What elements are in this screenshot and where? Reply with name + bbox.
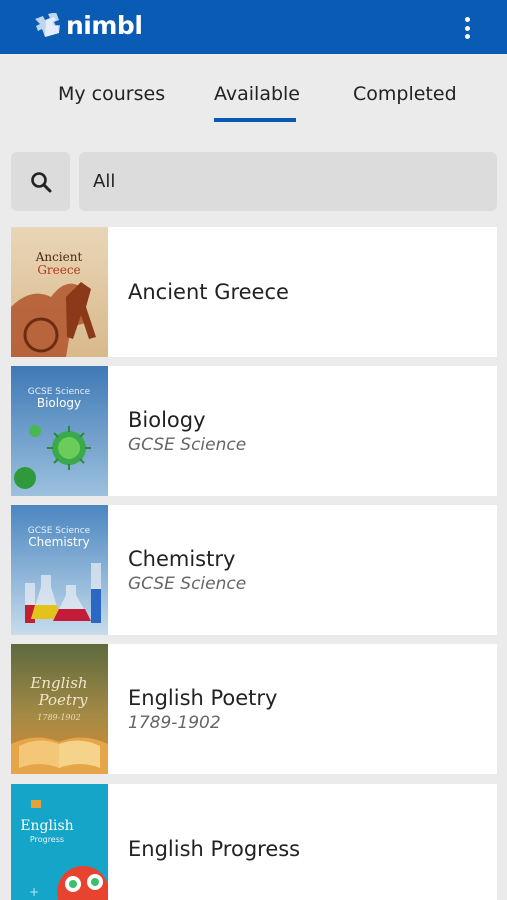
more-vertical-icon [464, 17, 470, 22]
course-cover-english-poetry: English Poetry 1789-1902 [11, 644, 108, 774]
svg-text:Ancient: Ancient [35, 250, 83, 264]
course-title: Ancient Greece [128, 280, 289, 304]
course-card-english-poetry[interactable]: English Poetry 1789-1902 English Poetry … [11, 644, 497, 774]
tab-completed[interactable]: Completed [353, 82, 457, 110]
svg-text:Greece: Greece [37, 263, 80, 277]
active-tab-indicator [214, 118, 296, 122]
course-subtitle: GCSE Science [128, 435, 247, 455]
course-title: Chemistry [128, 547, 236, 571]
app-bar: nimbl [0, 0, 507, 54]
category-filter[interactable]: All [79, 152, 497, 211]
course-card-english-progress[interactable]: + English Progress English Progress [11, 784, 497, 900]
svg-text:1789-1902: 1789-1902 [37, 713, 80, 722]
app-logo[interactable]: nimbl [32, 11, 143, 40]
course-cover-chemistry: GCSE Science Chemistry [11, 505, 108, 635]
svg-text:Biology: Biology [37, 396, 81, 410]
svg-text:Chemistry: Chemistry [28, 535, 89, 549]
svg-text:Poetry: Poetry [37, 691, 88, 709]
tab-available[interactable]: Available [214, 82, 300, 110]
course-cover-biology: GCSE Science Biology [11, 366, 108, 496]
search-icon [30, 171, 51, 192]
course-title: Biology [128, 408, 206, 432]
svg-text:English: English [29, 674, 87, 692]
puzzle-cube-icon [35, 13, 60, 37]
svg-text:+: + [29, 885, 39, 899]
svg-text:Progress: Progress [30, 835, 64, 844]
app-name: nimbl [66, 11, 143, 40]
tab-bar: My courses Available Completed [0, 54, 507, 128]
course-card-biology[interactable]: GCSE Science Biology Biology GCSE Scienc… [11, 366, 497, 496]
svg-text:English: English [20, 818, 73, 834]
course-cover-ancient-greece: Ancient Greece [11, 227, 108, 357]
course-subtitle: GCSE Science [128, 574, 247, 594]
course-cover-english-progress: + English Progress [11, 784, 108, 900]
tab-my-courses[interactable]: My courses [58, 82, 165, 110]
course-title: English Poetry [128, 686, 278, 710]
search-button[interactable] [11, 152, 70, 211]
course-card-chemistry[interactable]: GCSE Science Chemistry Chemistry GCSE Sc… [11, 505, 497, 635]
course-subtitle: 1789-1902 [128, 713, 221, 733]
more-menu-button[interactable] [455, 15, 479, 41]
course-title: English Progress [128, 837, 301, 861]
course-card-ancient-greece[interactable]: Ancient Greece Ancient Greece [11, 227, 497, 357]
